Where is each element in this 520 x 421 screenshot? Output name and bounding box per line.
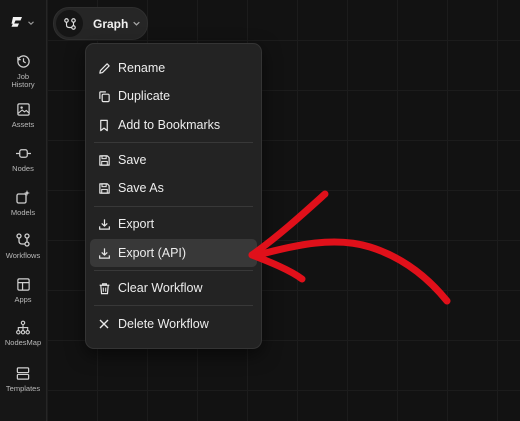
sidebar-item-label: Nodes bbox=[12, 164, 34, 173]
sidebar: Job History Assets Nodes Models Workflow bbox=[0, 0, 47, 421]
sidebar-item-label: Templates bbox=[5, 384, 41, 393]
chevron-down-icon bbox=[28, 21, 34, 25]
menu-item-clear-workflow[interactable]: Clear Workflow bbox=[90, 274, 257, 302]
history-icon bbox=[16, 52, 31, 70]
trash-icon bbox=[96, 282, 112, 295]
sidebar-item-nodes[interactable]: Nodes bbox=[0, 144, 46, 173]
menu-item-delete-workflow[interactable]: Delete Workflow bbox=[90, 310, 257, 338]
templates-icon bbox=[15, 364, 31, 382]
layout-icon bbox=[16, 275, 31, 293]
menu-item-duplicate[interactable]: Duplicate bbox=[90, 82, 257, 110]
menu-separator bbox=[94, 206, 253, 207]
menu-separator bbox=[94, 142, 253, 143]
menu-item-add-to-bookmarks[interactable]: Add to Bookmarks bbox=[90, 111, 257, 139]
bookmark-icon bbox=[96, 119, 112, 132]
sidebar-item-models[interactable]: Models bbox=[0, 188, 46, 217]
sidebar-item-label: Assets bbox=[11, 120, 35, 129]
comfy-logo-icon bbox=[11, 17, 22, 27]
menu-item-save-as[interactable]: Save As bbox=[90, 174, 257, 202]
workflow-icon bbox=[56, 10, 83, 37]
tab-label: Graph bbox=[93, 16, 129, 31]
menu-separator bbox=[94, 305, 253, 306]
sidebar-item-assets[interactable]: Assets bbox=[0, 100, 46, 129]
download-icon bbox=[96, 218, 112, 231]
workflow-menu: Rename Duplicate Add to Bookmarks Save S… bbox=[85, 43, 262, 349]
image-icon bbox=[16, 100, 31, 118]
close-icon bbox=[96, 318, 112, 330]
app-logo[interactable] bbox=[9, 10, 43, 36]
app-window: Job History Assets Nodes Models Workflow bbox=[0, 0, 520, 421]
sidebar-item-label: NodesMap bbox=[4, 338, 42, 347]
sidebar-item-templates[interactable]: Templates bbox=[0, 364, 46, 393]
menu-separator bbox=[94, 270, 253, 271]
chevron-down-icon[interactable] bbox=[132, 19, 141, 28]
workflow-tab[interactable]: Graph bbox=[53, 7, 148, 40]
sparkle-box-icon bbox=[15, 188, 31, 206]
menu-item-export-api[interactable]: Export (API) bbox=[90, 239, 257, 267]
download-icon bbox=[96, 247, 112, 260]
menu-item-save[interactable]: Save bbox=[90, 146, 257, 174]
sidebar-item-nodesmap[interactable]: NodesMap bbox=[0, 318, 46, 347]
pencil-icon bbox=[96, 62, 112, 75]
sidebar-item-workflows[interactable]: Workflows bbox=[0, 231, 46, 260]
sidebar-item-label: Apps bbox=[14, 295, 32, 304]
workflow-icon bbox=[15, 231, 31, 249]
sitemap-icon bbox=[15, 318, 31, 336]
sidebar-item-job-history[interactable]: Job History bbox=[0, 52, 46, 89]
copy-icon bbox=[96, 90, 112, 103]
sidebar-item-label: Workflows bbox=[5, 251, 41, 260]
save-icon bbox=[96, 154, 112, 167]
menu-item-rename[interactable]: Rename bbox=[90, 54, 257, 82]
sidebar-item-label: Models bbox=[10, 208, 36, 217]
sidebar-item-apps[interactable]: Apps bbox=[0, 275, 46, 304]
save-as-icon bbox=[96, 182, 112, 195]
menu-item-export[interactable]: Export bbox=[90, 210, 257, 238]
node-icon bbox=[15, 144, 32, 162]
sidebar-item-label: Job History bbox=[11, 72, 35, 89]
